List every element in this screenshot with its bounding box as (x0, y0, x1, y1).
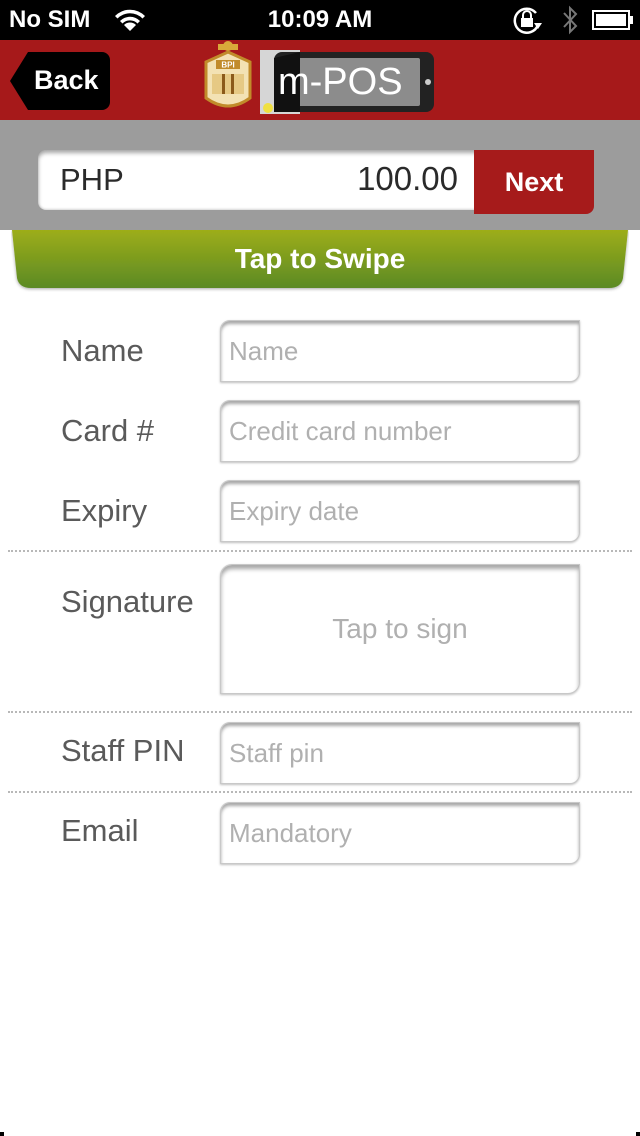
name-label: Name (61, 333, 144, 368)
name-input[interactable] (220, 320, 580, 382)
signature-pad[interactable]: Tap to sign (220, 564, 580, 694)
status-bar: No SIM 10:09 AM (0, 0, 640, 40)
card-number-label: Card # (61, 413, 155, 448)
battery-icon (592, 10, 633, 30)
signature-label: Signature (61, 584, 194, 619)
screen-corner (0, 1132, 4, 1136)
mpos-wordmark: m-POS (278, 61, 403, 103)
screen-corner (636, 1132, 640, 1136)
card-number-input[interactable] (220, 400, 580, 462)
next-button[interactable]: Next (474, 150, 594, 214)
back-button[interactable]: Back (10, 52, 110, 110)
separator (8, 711, 632, 713)
staff-pin-input[interactable] (220, 722, 580, 784)
amount-field[interactable]: PHP 100.00 (38, 150, 478, 210)
amount-value: 100.00 (357, 160, 458, 197)
tap-to-swipe-button[interactable]: Tap to Swipe (11, 230, 629, 290)
navigation-bar: Back BPI m-POS (0, 40, 640, 120)
tap-to-swipe-label: Tap to Swipe (234, 243, 406, 274)
back-button-label: Back (34, 65, 99, 95)
currency-label: PHP (60, 162, 124, 197)
clock: 10:09 AM (267, 6, 373, 33)
bpi-crest-icon: BPI (204, 41, 252, 108)
bluetooth-icon (563, 5, 578, 35)
rotation-lock-icon (513, 7, 542, 34)
svg-text:BPI: BPI (221, 61, 234, 70)
expiry-label: Expiry (61, 493, 148, 528)
separator (8, 791, 632, 793)
email-label: Email (61, 813, 139, 848)
bpi-mpos-logo: BPI m-POS (204, 41, 434, 114)
staff-pin-label: Staff PIN (61, 733, 185, 768)
email-input[interactable] (220, 802, 580, 864)
signature-hint: Tap to sign (332, 613, 468, 644)
expiry-input[interactable] (220, 480, 580, 542)
separator (8, 550, 632, 552)
amount-bar: PHP 100.00 Next (0, 120, 640, 230)
